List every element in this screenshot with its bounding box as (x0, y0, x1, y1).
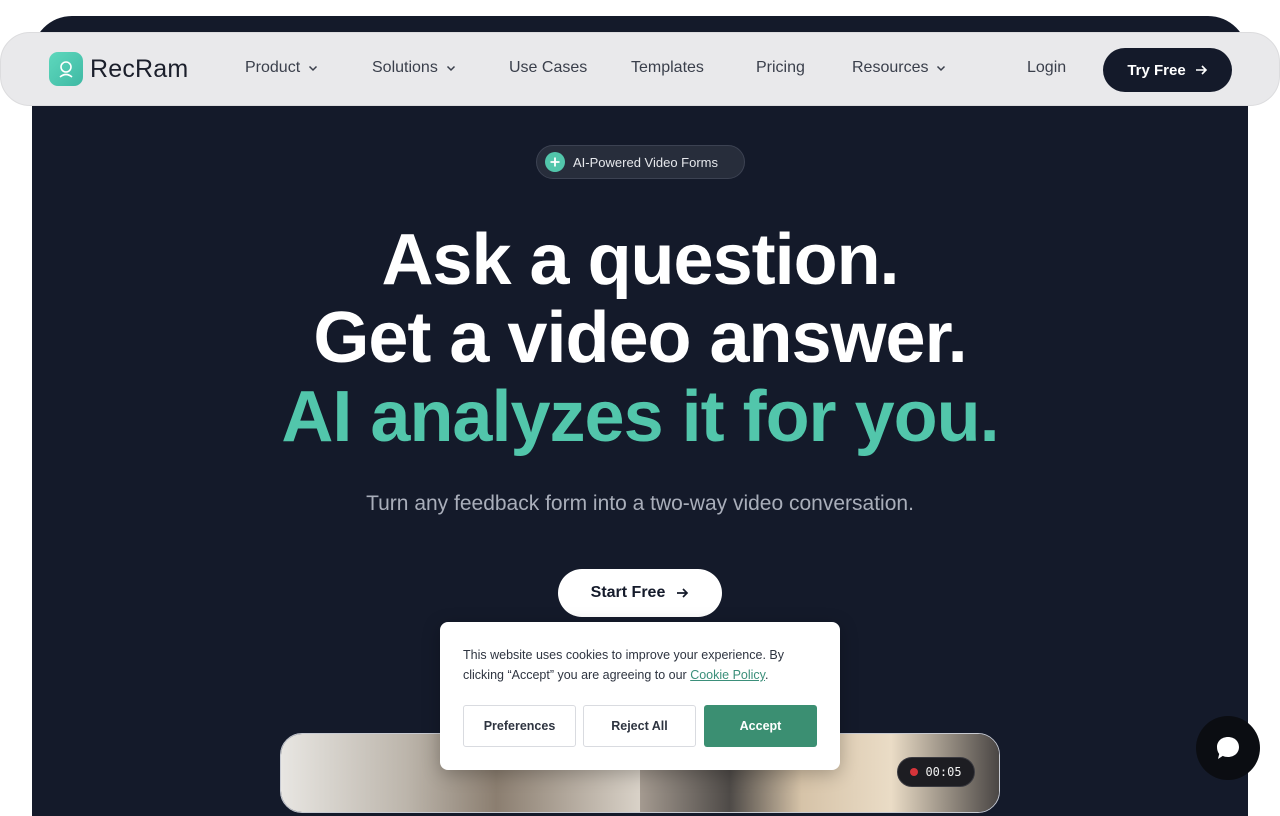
start-free-button[interactable]: Start Free (558, 569, 722, 617)
nav-item-label: Product (245, 59, 301, 76)
chevron-down-icon (937, 65, 946, 72)
hero-subtitle: Turn any feedback form into a two-way vi… (366, 492, 914, 515)
sparkle-icon (545, 152, 565, 172)
nav-item-label: Templates (631, 59, 704, 76)
nav-item-resources[interactable]: Resources (852, 59, 948, 77)
cookie-text-end: . (765, 668, 769, 682)
brand-name: RecRam (90, 54, 189, 83)
headline-line-2: Get a video answer. (313, 298, 967, 378)
cookie-policy-link[interactable]: Cookie Policy (690, 668, 765, 682)
nav-item-pricing[interactable]: Pricing (756, 59, 805, 77)
login-link[interactable]: Login (1027, 59, 1066, 77)
nav-item-label: Use Cases (509, 59, 588, 76)
try-free-button[interactable]: Try Free (1103, 48, 1232, 92)
start-free-label: Start Free (590, 584, 666, 601)
accept-button[interactable]: Accept (704, 705, 817, 747)
logo[interactable]: RecRam (49, 52, 188, 86)
nav-item-solutions[interactable]: Solutions (372, 59, 458, 77)
recording-dot-icon (910, 768, 919, 776)
cookie-banner: This website uses cookies to improve you… (440, 622, 840, 770)
chevron-down-icon (446, 65, 455, 72)
preferences-button[interactable]: Preferences (463, 705, 576, 747)
recording-timer: 00:05 (897, 757, 975, 787)
nav-item-label: Solutions (372, 59, 438, 76)
chat-bubble-icon (1217, 737, 1239, 759)
hero-badge: AI-Powered Video Forms (536, 145, 745, 179)
arrow-right-icon (677, 588, 689, 598)
headline-line-1: Ask a question. (381, 220, 899, 300)
reject-all-button[interactable]: Reject All (583, 705, 696, 747)
recram-logo-icon (49, 52, 83, 86)
cookie-message: This website uses cookies to improve you… (463, 645, 823, 685)
nav-item-label: Pricing (756, 59, 805, 76)
arrow-right-icon (1195, 65, 1207, 75)
nav-item-label: Resources (852, 59, 929, 76)
try-free-label: Try Free (1127, 61, 1186, 79)
nav-item-product[interactable]: Product (245, 59, 320, 77)
chevron-down-icon (309, 65, 318, 72)
headline-line-3: AI analyzes it for you. (281, 377, 999, 457)
top-navigation: RecRam Product Solutions Use Cases Templ… (0, 32, 1280, 106)
nav-item-templates[interactable]: Templates (631, 59, 704, 77)
badge-label: AI-Powered Video Forms (573, 154, 718, 170)
timer-value: 00:05 (925, 765, 962, 779)
chat-widget-button[interactable] (1196, 716, 1260, 780)
nav-item-use-cases[interactable]: Use Cases (509, 59, 587, 77)
